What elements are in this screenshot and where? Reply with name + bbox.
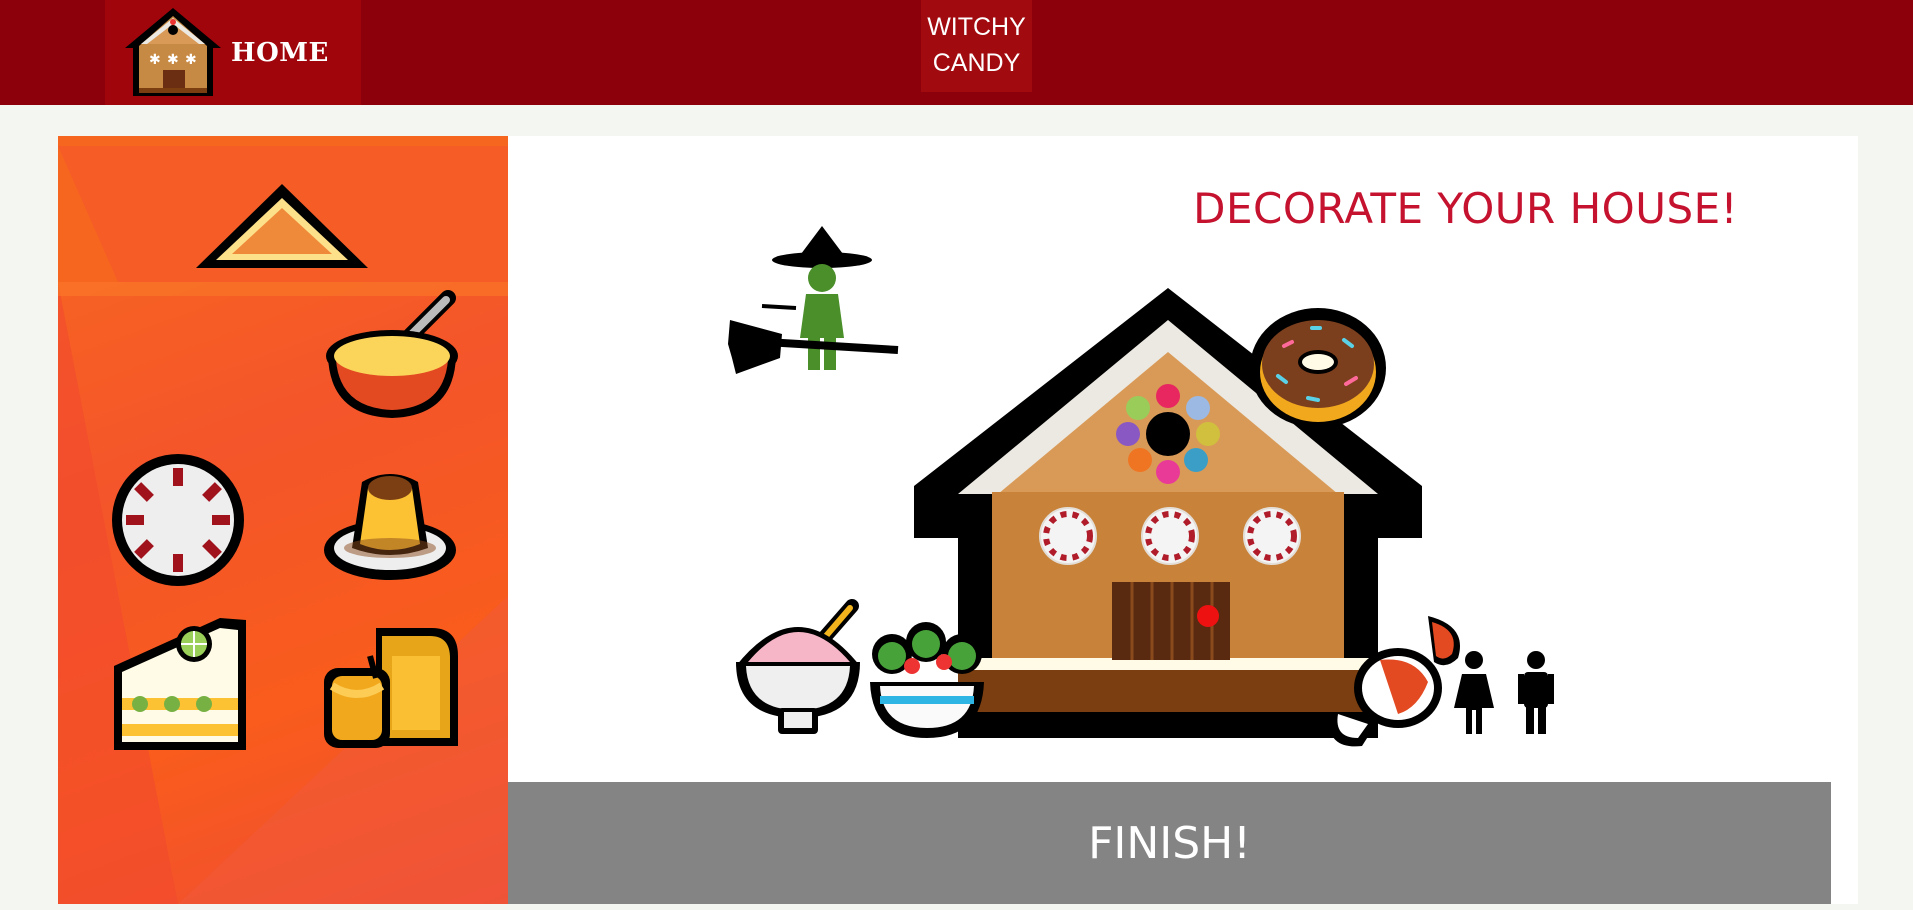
witch-on-broom-icon bbox=[728, 226, 899, 374]
svg-text:✱: ✱ bbox=[167, 52, 179, 68]
finish-button[interactable]: FINISH! bbox=[508, 782, 1831, 904]
roof-triangle-icon[interactable] bbox=[192, 180, 372, 272]
home-button[interactable]: ✱ ✱ ✱ HOME bbox=[105, 0, 361, 105]
flan-pudding-icon[interactable] bbox=[322, 462, 458, 582]
shaved-ice-icon bbox=[736, 599, 860, 734]
svg-text:✱: ✱ bbox=[149, 52, 161, 68]
wrapped-candy-icon bbox=[1329, 616, 1460, 747]
brand-line-2: CANDY bbox=[932, 49, 1021, 77]
salad-bowl-icon bbox=[870, 622, 984, 738]
people-icon bbox=[1454, 651, 1554, 734]
decoration-palette bbox=[58, 136, 508, 904]
top-nav-bar: ✱ ✱ ✱ HOME WITCHY CANDY bbox=[0, 0, 1913, 105]
svg-text:✱: ✱ bbox=[185, 52, 197, 68]
home-label: HOME bbox=[231, 37, 329, 68]
peppermint-candy-icon[interactable] bbox=[110, 452, 246, 588]
lime-cake-slice-icon[interactable] bbox=[110, 616, 250, 752]
house-door bbox=[1112, 582, 1230, 660]
brand-logo[interactable]: WITCHY CANDY bbox=[921, 0, 1032, 92]
donut-icon bbox=[1250, 308, 1386, 428]
gingerbread-house-icon: ✱ ✱ ✱ bbox=[125, 7, 221, 96]
soup-bowl-icon[interactable] bbox=[320, 284, 464, 424]
honey-bread-icon[interactable] bbox=[322, 626, 460, 750]
brand-line-1: WITCHY bbox=[927, 13, 1026, 41]
stage-title: DECORATE YOUR HOUSE! bbox=[1193, 184, 1738, 233]
